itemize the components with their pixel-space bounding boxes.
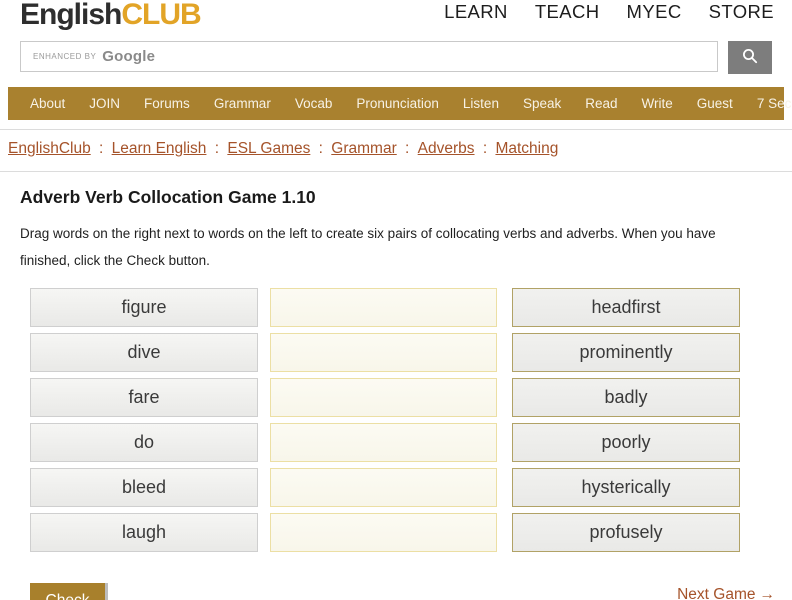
verb-box: do xyxy=(30,423,258,462)
verb-box: bleed xyxy=(30,468,258,507)
nav-item-forums[interactable]: Forums xyxy=(144,96,190,111)
breadcrumb-link-esl-games[interactable]: ESL Games xyxy=(227,140,310,157)
search-button[interactable] xyxy=(728,41,772,74)
breadcrumb-link-grammar[interactable]: Grammar xyxy=(331,140,396,157)
top-nav-item-learn[interactable]: LEARN xyxy=(444,1,508,23)
nav-item-grammar[interactable]: Grammar xyxy=(214,96,271,111)
top-nav-item-myec[interactable]: MYEC xyxy=(627,1,682,23)
drop-zone[interactable] xyxy=(270,333,497,372)
drop-zone[interactable] xyxy=(270,378,497,417)
breadcrumb-separator: : xyxy=(400,140,414,157)
site-header: EnglishCLUB LEARN TEACH MYEC STORE xyxy=(0,0,792,32)
drop-zone[interactable] xyxy=(270,468,497,507)
next-game-label: Next Game xyxy=(677,586,756,600)
nav-item-read[interactable]: Read xyxy=(585,96,617,111)
search-row: ENHANCED BY Google xyxy=(20,41,772,74)
nav-item-guest[interactable]: Guest xyxy=(697,96,733,111)
breadcrumb: EnglishClub : Learn English : ESL Games … xyxy=(8,140,792,158)
nav-item-vocab[interactable]: Vocab xyxy=(295,96,333,111)
top-nav: LEARN TEACH MYEC STORE xyxy=(444,1,774,23)
search-icon xyxy=(742,48,758,67)
nav-item-listen[interactable]: Listen xyxy=(463,96,499,111)
game-row: dive prominently xyxy=(30,333,792,372)
footer: Check Next Game→ xyxy=(0,583,792,600)
nav-item-pronunciation[interactable]: Pronunciation xyxy=(356,96,439,111)
breadcrumb-link-englishclub[interactable]: EnglishClub xyxy=(8,140,91,157)
page-title: Adverb Verb Collocation Game 1.10 xyxy=(20,187,316,207)
nav-item-7-secrets[interactable]: 7 Secrets xyxy=(757,96,792,111)
verb-box: dive xyxy=(30,333,258,372)
logo-text-english: English xyxy=(20,0,122,31)
verb-box: fare xyxy=(30,378,258,417)
logo-text-club: CLUB xyxy=(121,0,201,31)
game-row: figure headfirst xyxy=(30,288,792,327)
nav-item-speak[interactable]: Speak xyxy=(523,96,561,111)
breadcrumb-separator: : xyxy=(478,140,492,157)
adverb-tile[interactable]: hysterically xyxy=(512,468,740,507)
game-row: fare badly xyxy=(30,378,792,417)
check-button[interactable]: Check xyxy=(30,583,108,600)
adverb-tile[interactable]: profusely xyxy=(512,513,740,552)
adverb-tile[interactable]: badly xyxy=(512,378,740,417)
game-row: do poorly xyxy=(30,423,792,462)
verb-box: figure xyxy=(30,288,258,327)
top-nav-item-store[interactable]: STORE xyxy=(709,1,774,23)
breadcrumb-link-adverbs[interactable]: Adverbs xyxy=(418,140,475,157)
drop-zone[interactable] xyxy=(270,288,497,327)
main-nav: About JOIN Forums Grammar Vocab Pronunciation… xyxy=(8,87,792,120)
adverb-tile[interactable]: poorly xyxy=(512,423,740,462)
nav-item-about[interactable]: About xyxy=(30,96,65,111)
breadcrumb-separator: : xyxy=(94,140,108,157)
divider-under-nav xyxy=(0,129,792,130)
breadcrumb-link-matching[interactable]: Matching xyxy=(495,140,558,157)
breadcrumb-link-learn-english[interactable]: Learn English xyxy=(112,140,207,157)
nav-item-join[interactable]: JOIN xyxy=(89,96,120,111)
site-logo[interactable]: EnglishCLUB xyxy=(20,0,202,32)
adverb-tile[interactable]: prominently xyxy=(512,333,740,372)
instructions-text: Drag words on the right next to words on… xyxy=(20,226,716,268)
right-arrow-icon: → xyxy=(759,586,776,600)
drop-zone[interactable] xyxy=(270,423,497,462)
game-row: bleed hysterically xyxy=(30,468,792,507)
game-row: laugh profusely xyxy=(30,513,792,552)
adverb-tile[interactable]: headfirst xyxy=(512,288,740,327)
enhanced-by-label: ENHANCED BY xyxy=(33,52,97,61)
breadcrumb-separator: : xyxy=(210,140,224,157)
nav-item-write[interactable]: Write xyxy=(642,96,673,111)
search-input[interactable]: ENHANCED BY Google xyxy=(20,41,718,72)
matching-game: figure headfirst dive prominently fare badly d… xyxy=(30,288,792,552)
divider-under-breadcrumb xyxy=(0,171,792,172)
verb-box: laugh xyxy=(30,513,258,552)
google-logo: Google xyxy=(102,48,156,65)
breadcrumb-separator: : xyxy=(314,140,328,157)
drop-zone[interactable] xyxy=(270,513,497,552)
top-nav-item-teach[interactable]: TEACH xyxy=(535,1,600,23)
next-game-link[interactable]: Next Game → xyxy=(677,586,775,600)
